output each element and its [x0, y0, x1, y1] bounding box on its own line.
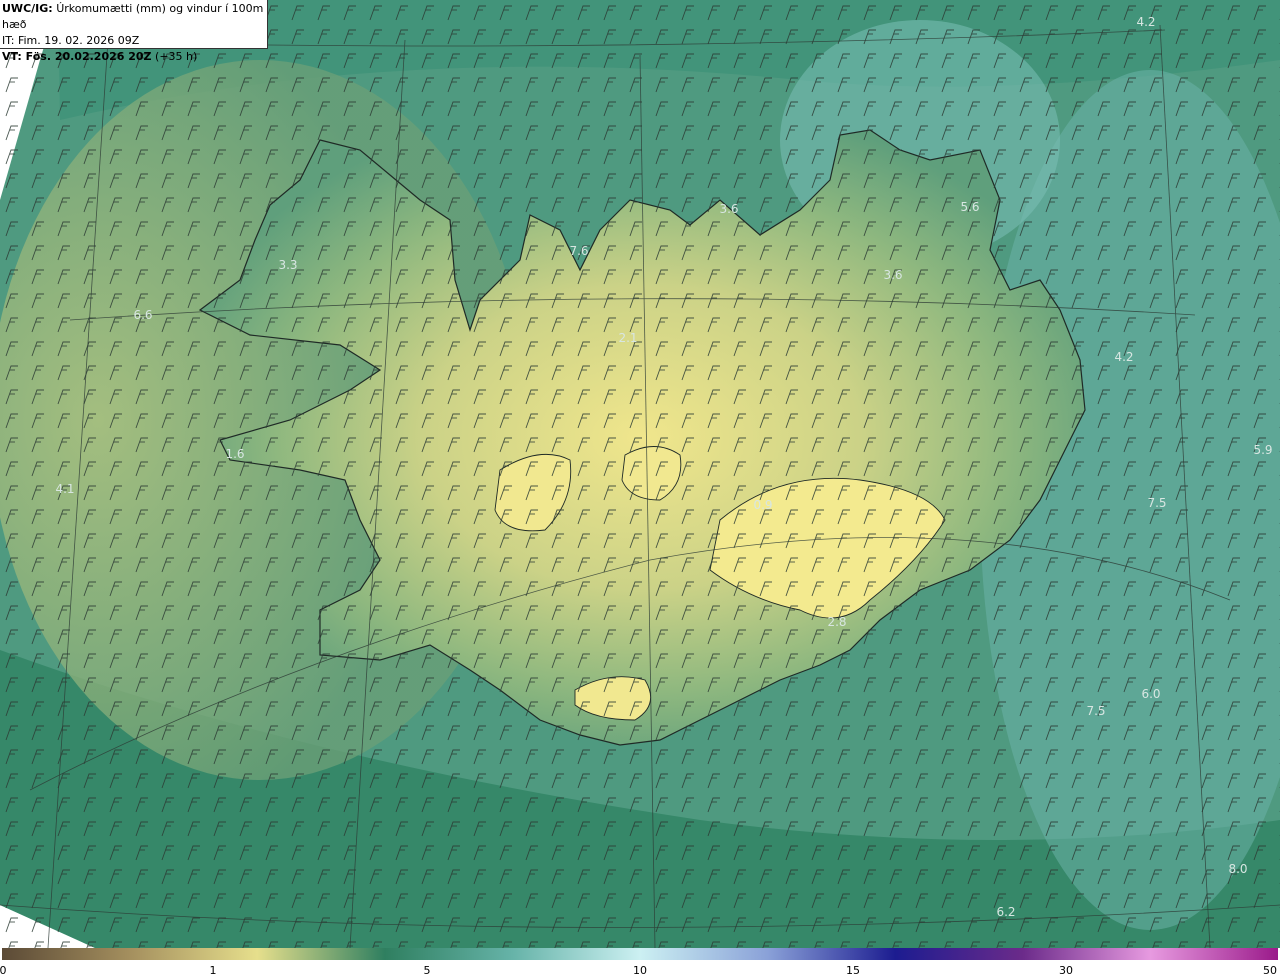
info-box: UWC/IG: Úrkomumætti (mm) og vindur í 100… [0, 0, 268, 63]
value-label: 7.5 [1086, 704, 1105, 718]
value-label: 7.6 [569, 244, 588, 258]
colorbar-tick-label: 30 [1059, 964, 1073, 977]
title-line: UWC/IG: Úrkomumætti (mm) og vindur í 100… [2, 1, 267, 33]
colorbar-gradient [2, 948, 1278, 960]
value-label: 7.5 [1147, 496, 1166, 510]
colorbar: 0 1 5 10 15 30 50 [0, 948, 1280, 978]
value-label: 5.9 [1253, 443, 1272, 457]
vt-label: VT: Fös. 20.02.2026 20Z [2, 50, 152, 63]
value-label: 2.1 [618, 331, 637, 345]
value-label: 6.0 [1141, 687, 1160, 701]
precipitation-wind-map: 4.2 3.6 5.6 7.6 3.6 3.3 6.6 2.1 4.2 5.9 1.6 4.1 0.9 7… [0, 0, 1280, 948]
vt-line: VT: Fös. 20.02.2026 20Z (+35 h) [2, 49, 267, 65]
value-label: 6.6 [133, 308, 152, 322]
model-label: UWC/IG: [2, 2, 53, 15]
value-label: 4.2 [1114, 350, 1133, 364]
colorbar-tick-label: 5 [423, 964, 431, 977]
colorbar-tick-label: 50 [1263, 964, 1277, 977]
value-label: 8.0 [1228, 862, 1247, 876]
value-label: 0.9 [753, 498, 772, 512]
value-label: 4.2 [1136, 15, 1155, 29]
value-label: 4.1 [55, 482, 74, 496]
value-label: 1.6 [225, 447, 244, 461]
colorbar-tick-label: 10 [633, 964, 647, 977]
value-label: 6.2 [996, 905, 1015, 919]
colorbar-tick-label: 1 [209, 964, 217, 977]
it-line: IT: Fim. 19. 02. 2026 09Z [2, 34, 140, 47]
colorbar-tick-label: 15 [846, 964, 860, 977]
colorbar-tick-label: 0 [0, 964, 7, 977]
value-label: 5.6 [960, 200, 979, 214]
wind-barbs-layer [0, 0, 1280, 948]
value-label: 3.6 [719, 202, 738, 216]
value-label: 2.8 [827, 615, 846, 629]
value-label: 3.3 [278, 258, 297, 272]
vt-offset: (+35 h) [155, 50, 198, 63]
value-label: 3.6 [883, 268, 902, 282]
